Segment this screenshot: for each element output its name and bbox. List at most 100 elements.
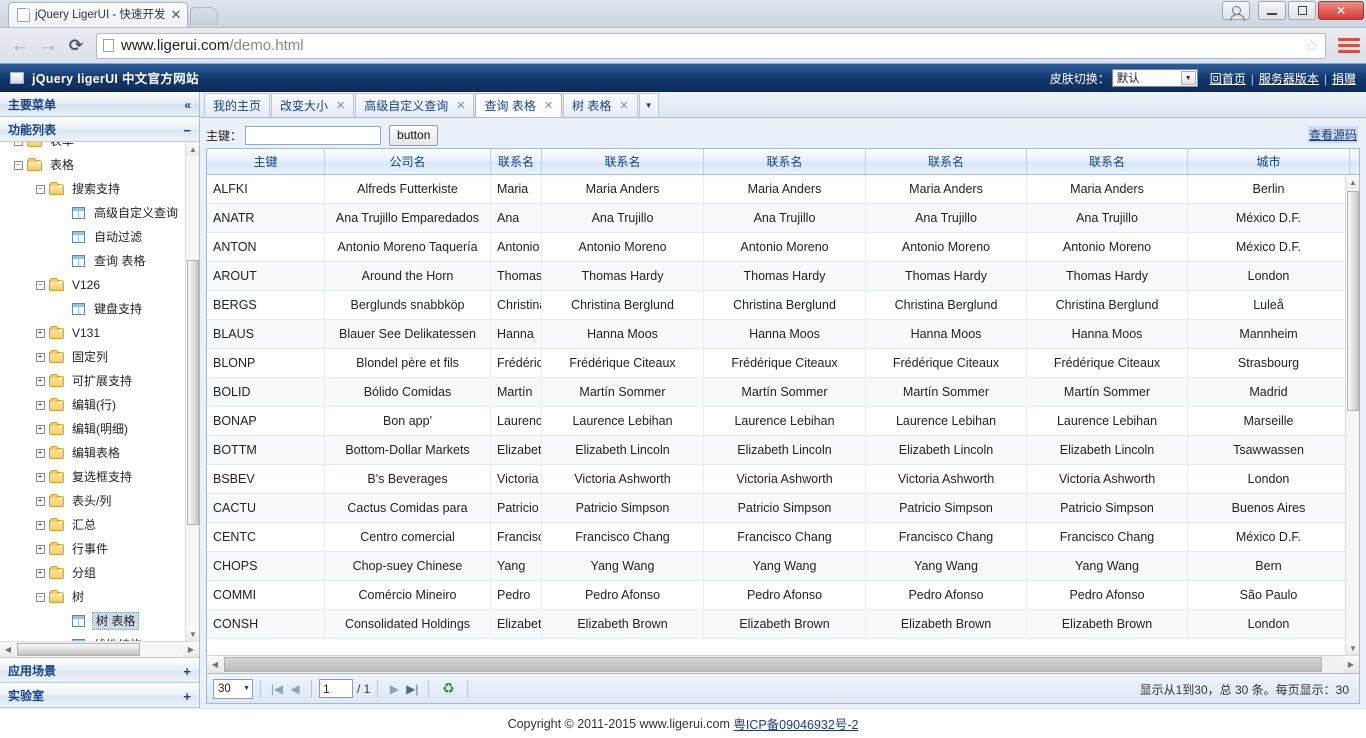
table-row[interactable]: ANTONAntonio Moreno TaqueríaAntonioAnton… (207, 233, 1345, 262)
tab-close-icon[interactable]: ✕ (336, 99, 345, 112)
table-row[interactable]: CONSHConsolidated HoldingsElizabethEliza… (207, 610, 1345, 639)
tree-node-8[interactable]: +V131 (0, 321, 185, 345)
column-header-5[interactable]: 联系名 (866, 149, 1027, 174)
page-number-input[interactable] (319, 679, 353, 698)
tab-close-icon[interactable]: ✕ (456, 99, 465, 112)
tree-node-1[interactable]: –表格 (0, 153, 185, 177)
link-server-version[interactable]: 服务器版本 (1259, 72, 1319, 86)
scroll-right-icon[interactable]: ▶ (183, 642, 199, 657)
tree-node-6[interactable]: –V126 (0, 273, 185, 297)
grid-vertical-scrollbar[interactable]: ▲ ▼ (1345, 175, 1359, 655)
tree-horizontal-scrollbar[interactable]: ◀ ▶ (0, 641, 199, 657)
tree-node-21[interactable]: 线性结构 (0, 633, 185, 641)
tab-0[interactable]: 我的主页 (204, 93, 270, 117)
expand-icon[interactable]: + (32, 397, 48, 413)
plus-icon-scenarios[interactable]: + (183, 659, 191, 684)
tree-node-12[interactable]: +编辑(明细) (0, 417, 185, 441)
table-row[interactable]: CENTCCentro comercialFranciscoFrancisco … (207, 523, 1345, 552)
tree-node-14[interactable]: +复选框支持 (0, 465, 185, 489)
browser-tab[interactable]: jQuery LigerUI - 快速开发 ✕ (8, 2, 188, 27)
table-row[interactable]: COMMIComércio MineiroPedroPedro AfonsoPe… (207, 581, 1345, 610)
table-row[interactable]: BLAUSBlauer See DelikatessenHannaHanna M… (207, 320, 1345, 349)
collapse-icon[interactable]: – (32, 277, 48, 293)
maximize-button[interactable] (1288, 1, 1316, 20)
accordion-header-function-list[interactable]: 功能列表 − (0, 117, 199, 142)
tree-scroll-thumb[interactable] (187, 260, 199, 525)
tree-node-9[interactable]: +固定列 (0, 345, 185, 369)
grid-scroll-right-icon[interactable]: ▶ (1343, 656, 1359, 673)
expand-icon[interactable]: + (32, 421, 48, 437)
expand-icon[interactable]: + (32, 469, 48, 485)
tree-node-0[interactable]: +表单 (0, 142, 185, 153)
new-tab-button[interactable] (190, 7, 218, 25)
tab-overflow-menu-icon[interactable]: ▼ (639, 93, 659, 117)
tree-node-18[interactable]: +分组 (0, 561, 185, 585)
scroll-down-icon[interactable]: ▼ (186, 627, 199, 641)
grid-hscroll-thumb[interactable] (224, 657, 1322, 672)
tab-2[interactable]: 高级自定义查询✕ (355, 93, 474, 117)
expand-icon[interactable]: + (32, 541, 48, 557)
tab-3[interactable]: 查询 表格✕ (475, 93, 562, 117)
column-header-0[interactable]: 主键 (207, 149, 325, 174)
next-page-icon[interactable]: ▶ (385, 679, 403, 699)
collapse-icon[interactable]: – (32, 589, 48, 605)
tree-node-13[interactable]: +编辑表格 (0, 441, 185, 465)
collapse-icon[interactable]: – (32, 181, 48, 197)
reload-icon[interactable]: ⟳ (62, 33, 90, 59)
tree-node-16[interactable]: +汇总 (0, 513, 185, 537)
tree-node-4[interactable]: 自动过滤 (0, 225, 185, 249)
expand-icon[interactable]: + (32, 349, 48, 365)
primary-key-input[interactable] (245, 126, 381, 145)
grid-scroll-down-icon[interactable]: ▼ (1346, 641, 1359, 655)
table-row[interactable]: ANATRAna Trujillo EmparedadosAnaAna Truj… (207, 204, 1345, 233)
accordion-header-scenarios[interactable]: 应用场景 + (0, 658, 199, 683)
skin-select[interactable]: 默认 ▼ (1112, 69, 1198, 87)
plus-icon-lab[interactable]: + (183, 684, 191, 708)
table-row[interactable]: BLONPBlondel père et filsFrédériqueFrédé… (207, 349, 1345, 378)
minus-icon[interactable]: − (183, 118, 191, 143)
link-home[interactable]: 回首页 (1210, 72, 1246, 86)
page-size-select[interactable]: 30 ▼ (213, 679, 253, 699)
minimize-button[interactable] (1258, 1, 1286, 20)
address-bar[interactable]: www.ligerui.com/demo.html ☆ (96, 33, 1326, 59)
table-row[interactable]: BOLIDBólido ComidasMartínMartín SommerMa… (207, 378, 1345, 407)
close-window-button[interactable]: ✕ (1318, 1, 1364, 20)
column-header-6[interactable]: 联系名 (1027, 149, 1188, 174)
prev-page-icon[interactable]: ◀ (286, 679, 304, 699)
table-row[interactable]: BONAPBon app'LaurenceLaurence LebihanLau… (207, 407, 1345, 436)
user-avatar-icon[interactable] (1222, 1, 1250, 20)
tree-node-19[interactable]: –树 (0, 585, 185, 609)
table-row[interactable]: BSBEVB's BeveragesVictoriaVictoria Ashwo… (207, 465, 1345, 494)
link-donate[interactable]: 捐赠 (1332, 72, 1356, 86)
tree-node-5[interactable]: 查询 表格 (0, 249, 185, 273)
tab-4[interactable]: 树 表格✕ (563, 93, 638, 117)
forward-icon[interactable]: → (34, 33, 62, 59)
column-header-2[interactable]: 联系名 (491, 149, 542, 174)
scroll-up-icon[interactable]: ▲ (186, 142, 199, 156)
column-header-7[interactable]: 城市 (1188, 149, 1350, 174)
accordion-header-lab[interactable]: 实验室 + (0, 683, 199, 708)
close-icon[interactable]: ✕ (169, 8, 183, 22)
tab-close-icon[interactable]: ✕ (544, 99, 553, 112)
icp-link[interactable]: 粤ICP备09046932号-2 (733, 714, 858, 733)
expand-icon[interactable]: + (32, 565, 48, 581)
expand-icon[interactable]: + (32, 445, 48, 461)
expand-icon[interactable]: + (10, 142, 26, 149)
grid-horizontal-scrollbar[interactable]: ◀ ▶ (207, 655, 1359, 673)
tree-node-7[interactable]: 键盘支持 (0, 297, 185, 321)
grid-scroll-left-icon[interactable]: ◀ (207, 656, 223, 673)
last-page-icon[interactable]: ▶| (403, 679, 421, 699)
back-icon[interactable]: ← (6, 33, 34, 59)
table-row[interactable]: BOTTMBottom-Dollar MarketsElizabethEliza… (207, 436, 1345, 465)
search-button[interactable]: button (389, 125, 438, 146)
tree-node-15[interactable]: +表头/列 (0, 489, 185, 513)
column-header-1[interactable]: 公司名 (325, 149, 491, 174)
table-row[interactable]: AROUTAround the HornThomasThomas HardyTh… (207, 262, 1345, 291)
bookmark-star-icon[interactable]: ☆ (1305, 36, 1319, 56)
tree-hscroll-thumb[interactable] (17, 643, 140, 656)
first-page-icon[interactable]: |◀ (268, 679, 286, 699)
table-row[interactable]: ALFKIAlfreds FutterkisteMariaMaria Ander… (207, 175, 1345, 204)
grid-scroll-thumb[interactable] (1347, 191, 1359, 411)
grid-scroll-up-icon[interactable]: ▲ (1346, 175, 1359, 189)
browser-menu-icon[interactable] (1338, 33, 1360, 59)
